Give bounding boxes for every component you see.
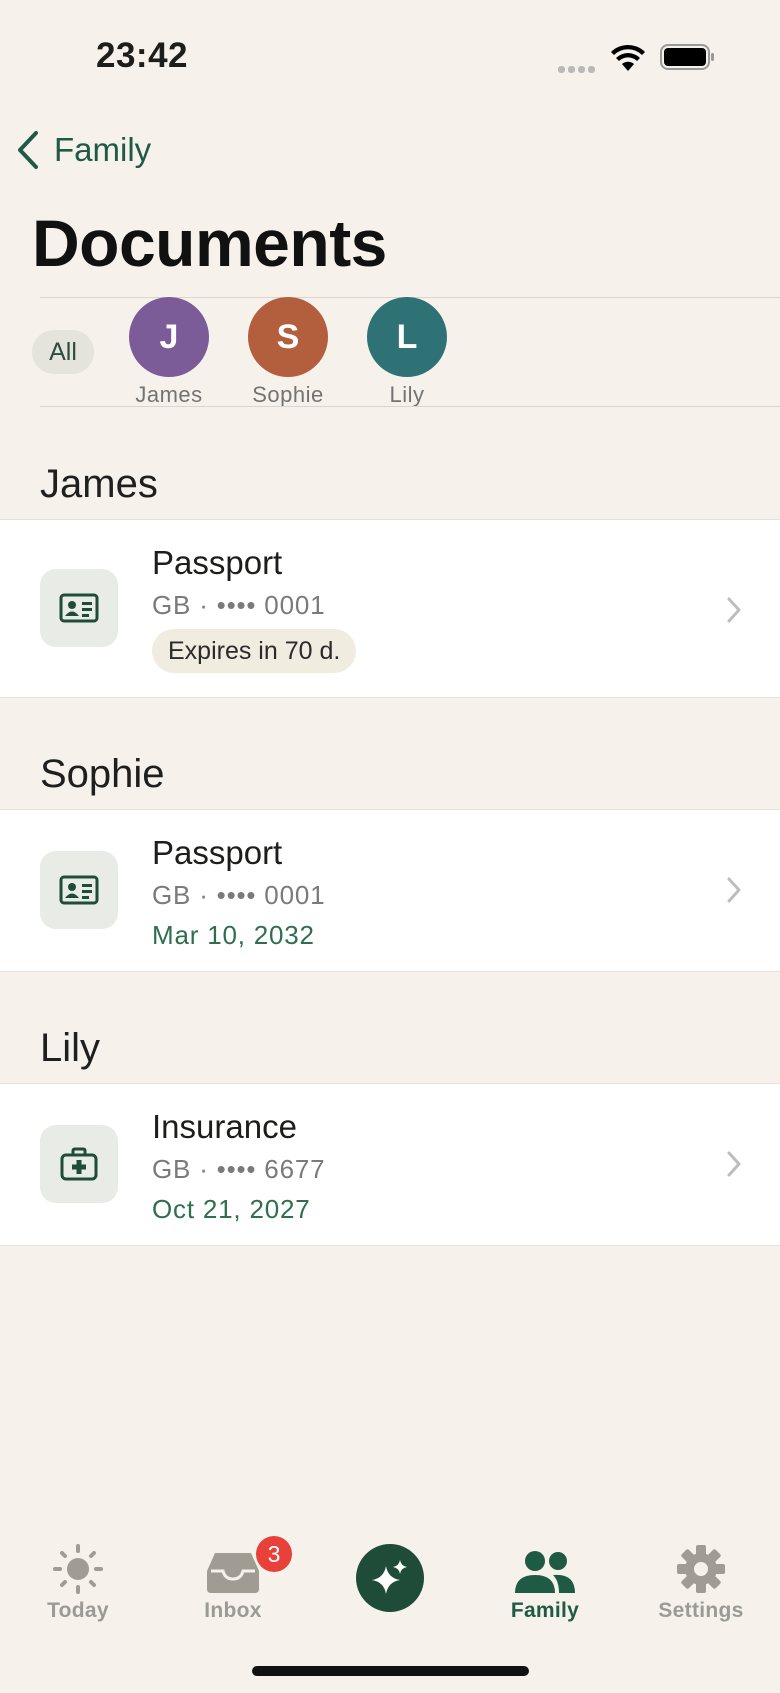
filter-person-james[interactable]: J James <box>109 297 229 408</box>
id-card-icon <box>40 569 118 647</box>
person-name: James <box>135 382 203 407</box>
person-name: Lily <box>389 382 425 407</box>
avatar: L <box>367 297 447 377</box>
expiry-badge: Expires in 70 d. <box>152 629 357 673</box>
tab-today[interactable]: Today <box>13 1537 143 1623</box>
avatar: S <box>248 297 328 377</box>
section-title-sophie: Sophie <box>40 752 165 796</box>
battery-icon <box>660 44 716 75</box>
avatar: J <box>129 297 209 377</box>
tab-label: Family <box>510 1599 580 1622</box>
expiry-date: Mar 10, 2032 <box>152 920 315 950</box>
gear-icon <box>636 1537 766 1595</box>
document-number: GB · •••• 0001 <box>152 880 326 910</box>
tab-label: Settings <box>658 1599 744 1622</box>
person-name: Sophie <box>252 382 324 407</box>
page-title: Documents <box>32 206 387 280</box>
filter-person-lily[interactable]: L Lily <box>347 297 467 408</box>
chevron-right-icon <box>727 877 741 903</box>
expiry-date: Oct 21, 2027 <box>152 1194 311 1224</box>
back-label: Family <box>54 131 152 168</box>
divider <box>40 406 780 407</box>
medical-kit-icon <box>40 1125 118 1203</box>
document-card-sophie-passport[interactable]: Passport GB · •••• 0001 Mar 10, 2032 <box>0 809 780 972</box>
status-time: 23:42 <box>96 36 189 75</box>
chevron-right-icon <box>727 1151 741 1177</box>
tab-label: Inbox <box>204 1599 262 1622</box>
document-title: Passport <box>152 544 283 581</box>
sun-icon <box>13 1537 143 1595</box>
people-icon <box>480 1537 610 1595</box>
tab-family[interactable]: Family <box>480 1537 610 1623</box>
document-title: Passport <box>152 834 283 871</box>
back-button[interactable]: Family <box>16 130 151 170</box>
wifi-icon <box>610 44 646 77</box>
document-number: GB · •••• 0001 <box>152 590 326 620</box>
section-title-james: James <box>40 462 158 506</box>
home-indicator <box>252 1666 529 1676</box>
document-card-lily-insurance[interactable]: Insurance GB · •••• 6677 Oct 21, 2027 <box>0 1083 780 1246</box>
cellular-signal-icon <box>558 60 600 73</box>
id-card-icon <box>40 851 118 929</box>
ai-assistant-button[interactable] <box>356 1544 424 1612</box>
tab-settings[interactable]: Settings <box>636 1537 766 1623</box>
document-card-james-passport[interactable]: Passport GB · •••• 0001 Expires in 70 d. <box>0 519 780 698</box>
chevron-right-icon <box>727 597 741 623</box>
filter-all-chip[interactable]: All <box>32 330 94 374</box>
filter-person-sophie[interactable]: S Sophie <box>228 297 348 408</box>
chevron-left-icon <box>18 131 38 169</box>
sparkles-icon <box>372 1560 407 1594</box>
document-title: Insurance <box>152 1108 297 1145</box>
section-title-lily: Lily <box>40 1026 101 1070</box>
tab-label: Today <box>47 1599 109 1622</box>
document-number: GB · •••• 6677 <box>152 1154 326 1184</box>
inbox-badge: 3 <box>256 1536 292 1572</box>
